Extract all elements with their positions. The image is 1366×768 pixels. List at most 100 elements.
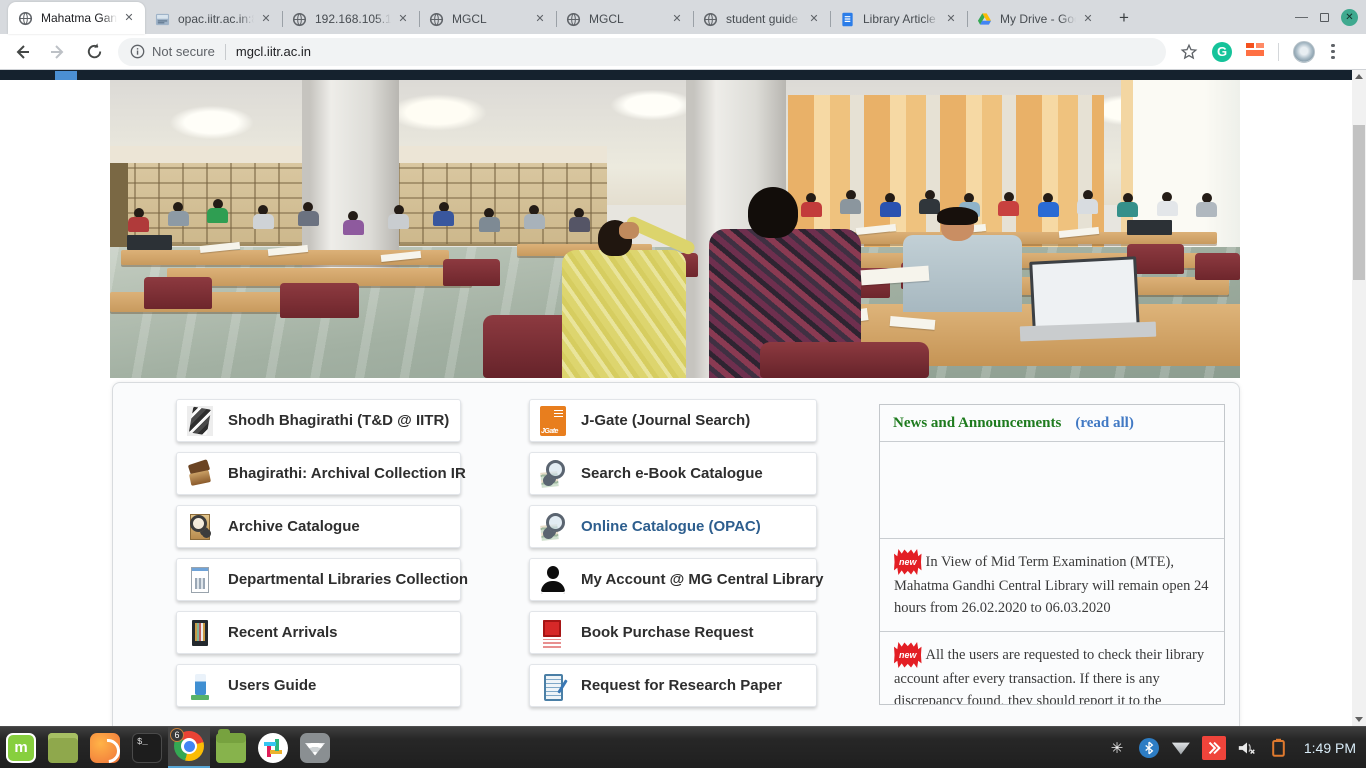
globe-favicon-icon [566,12,581,27]
tab-close-icon[interactable]: ✕ [669,11,685,27]
window-controls: — ✕ [1295,0,1358,34]
chrome-launcher[interactable]: 6 [168,727,210,768]
network-settings-launcher[interactable] [294,727,336,768]
files-launcher[interactable] [210,727,252,768]
grammarly-extension-icon[interactable]: G [1212,42,1232,62]
profile-avatar[interactable] [1293,41,1315,63]
address-bar[interactable]: Not secure mgcl.iitr.ac.in [118,38,1166,66]
close-button[interactable]: ✕ [1341,9,1358,26]
quick-link-button[interactable]: Book Purchase Request [529,611,817,654]
tab-close-icon[interactable]: ✕ [258,11,274,27]
browser-tab[interactable]: student guide✕ [693,4,830,34]
browser-tab[interactable]: Mahatma Gand✕ [8,2,145,34]
tab-close-icon[interactable]: ✕ [943,11,959,27]
network-tray-icon[interactable] [1170,737,1192,759]
url-text: mgcl.iitr.ac.in [236,44,311,59]
back-button[interactable] [8,38,36,66]
quick-link-label: Request for Research Paper [581,677,782,694]
show-desktop-button[interactable] [42,727,84,768]
security-label: Not secure [152,44,215,59]
browser-tab[interactable]: opac.iitr.ac.in:8✕ [145,4,282,34]
quick-link-label: Bhagirathi: Archival Collection IR [228,465,466,482]
anydesk-icon[interactable] [1202,736,1226,760]
quick-link-label: Book Purchase Request [581,624,754,641]
nav-highlight-segment [55,71,77,80]
quick-link-button[interactable]: Bhagirathi: Archival Collection IR [176,452,461,495]
quick-link-button[interactable]: Recent Arrivals [176,611,461,654]
tab-close-icon[interactable]: ✕ [806,11,822,27]
scrollbar-thumb[interactable] [1353,125,1365,280]
mint-menu-button[interactable]: m [0,727,42,768]
toolbar-right: G [1180,41,1337,63]
scroll-down-arrow[interactable] [1352,713,1366,726]
news-read-all-link[interactable]: (read all) [1075,415,1133,432]
slack-launcher[interactable] [252,727,294,768]
quick-link-button[interactable]: My Account @ MG Central Library [529,558,817,601]
volume-muted-icon[interactable] [1236,737,1258,759]
maximize-button[interactable] [1320,13,1329,22]
browser-tab[interactable]: MGCL✕ [556,4,693,34]
terminal-launcher[interactable]: $_ [126,727,168,768]
tab-title: My Drive - Goo [1000,12,1076,26]
quick-link-label: My Account @ MG Central Library [581,571,823,588]
quick-link-button[interactable]: Online Catalogue (OPAC) [529,505,817,548]
tab-strip: Mahatma Gand✕opac.iitr.ac.in:8✕192.168.1… [0,0,1104,34]
quick-link-label: Online Catalogue (OPAC) [581,518,761,535]
page-info-icon[interactable] [130,44,145,59]
clipboard-pencil-icon [540,671,566,701]
jgate-icon: JGate [540,406,566,436]
web-page: Shodh Bhagirathi (T&D @ IITR) Bhagirathi:… [0,70,1366,726]
globe-favicon-icon [292,12,307,27]
browser-toolbar: Not secure mgcl.iitr.ac.in G [0,34,1366,70]
tab-title: Library Article D [863,12,939,26]
slack-icon [258,733,288,763]
scroll-up-arrow[interactable] [1352,70,1366,83]
tab-close-icon[interactable]: ✕ [532,11,548,27]
system-tray: ✳ 1:49 PM [1106,727,1366,768]
quick-link-button[interactable]: Users Guide [176,664,461,707]
quick-link-label: Departmental Libraries Collection [228,571,468,588]
quick-link-button[interactable]: Request for Research Paper [529,664,817,707]
news-item: newAll the users are requested to check … [880,632,1224,705]
new-tab-button[interactable]: + [1110,4,1138,32]
tab-close-icon[interactable]: ✕ [1080,11,1096,27]
quick-links-middle-column: JGateJ-Gate (Journal Search) Search e-Boo… [529,399,817,707]
news-text: In View of Mid Term Examination (MTE), M… [894,554,1208,616]
browser-tab[interactable]: MGCL ✕ [419,4,556,34]
battery-icon[interactable] [1268,737,1290,759]
book-stack-icon [187,406,213,436]
tab-title: MGCL [452,12,528,26]
tab-close-icon[interactable]: ✕ [121,10,137,26]
tab-close-icon[interactable]: ✕ [395,11,411,27]
page-scrollbar[interactable] [1352,70,1366,726]
minimize-button[interactable]: — [1295,12,1308,22]
browser-menu-icon[interactable] [1329,42,1337,62]
forward-button[interactable] [44,38,72,66]
firefox-launcher[interactable] [84,727,126,768]
library-hero-photo [110,80,1240,378]
slack-tray-icon[interactable]: ✳ [1106,737,1128,759]
bluetooth-icon[interactable] [1138,737,1160,759]
browser-tab-bar: Mahatma Gand✕opac.iitr.ac.in:8✕192.168.1… [0,0,1366,34]
browser-tab[interactable]: Library Article D ✕ [830,4,967,34]
photo-laptop [1029,256,1140,333]
quick-link-button[interactable]: JGateJ-Gate (Journal Search) [529,399,817,442]
site-nav-strip [0,70,1366,80]
orange-extension-icon[interactable] [1246,43,1264,61]
quick-link-button[interactable]: Archive Catalogue [176,505,461,548]
quick-link-button[interactable]: Search e-Book Catalogue [529,452,817,495]
taskbar-clock[interactable]: 1:49 PM [1304,740,1356,756]
firefox-icon [90,733,120,763]
bookmark-star-icon[interactable] [1180,43,1198,61]
tab-separator [693,11,694,27]
new-badge: new [894,642,922,668]
quick-link-label: Users Guide [228,677,316,694]
quick-link-button[interactable]: Shodh Bhagirathi (T&D @ IITR) [176,399,461,442]
globe-favicon-icon [703,12,718,27]
toolbar-divider [1278,43,1279,61]
browser-tab[interactable]: My Drive - Goo ✕ [967,4,1104,34]
reload-button[interactable] [80,38,108,66]
news-panel: News and Announcements (read all) newIn … [879,404,1225,705]
browser-tab[interactable]: 192.168.105.14✕ [282,4,419,34]
quick-link-button[interactable]: Departmental Libraries Collection [176,558,461,601]
